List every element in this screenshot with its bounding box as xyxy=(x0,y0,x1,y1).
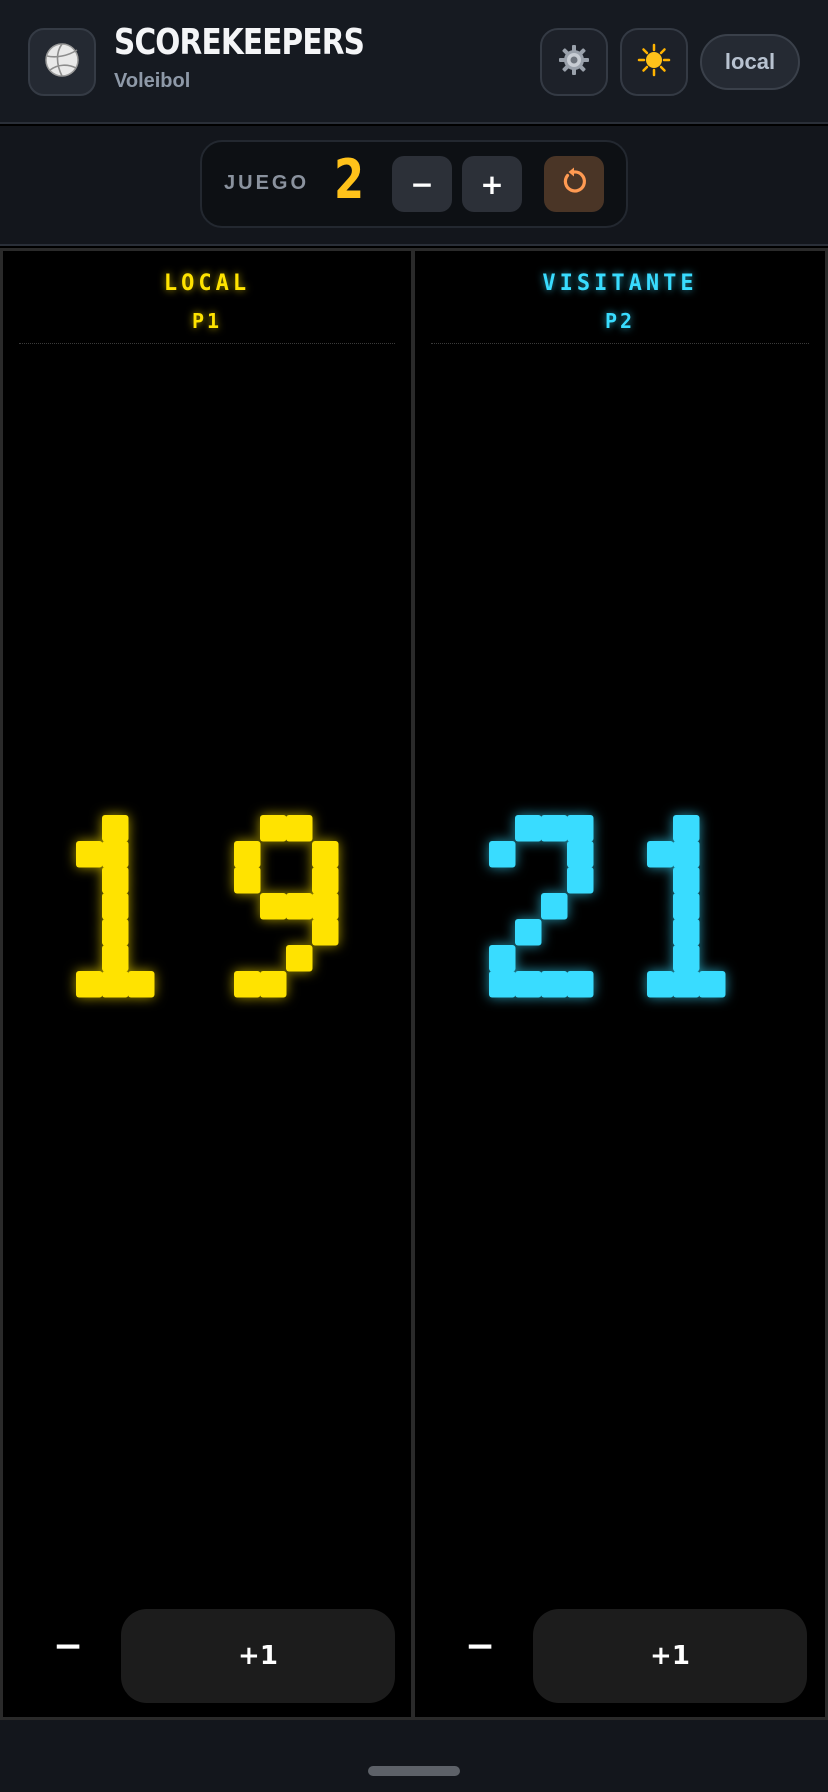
score-pixel xyxy=(102,945,129,972)
score-pixel xyxy=(286,815,313,842)
score-pixel xyxy=(567,971,594,998)
score-pixel xyxy=(647,841,674,868)
game-bar-section: JUEGO 2 − + xyxy=(0,126,828,246)
bottom-bar xyxy=(0,1720,828,1792)
score-pixel xyxy=(234,971,261,998)
team-name: LOCAL xyxy=(163,271,251,296)
reset-icon xyxy=(559,166,589,203)
score-pixel xyxy=(260,893,287,920)
score-pixel xyxy=(673,893,700,920)
game-number: 2 xyxy=(334,148,365,211)
home-indicator[interactable] xyxy=(368,1766,460,1776)
score-pixel xyxy=(102,971,129,998)
score-pixel xyxy=(567,841,594,868)
score-pixel xyxy=(76,971,103,998)
score-pixel xyxy=(673,919,700,946)
score-pixel xyxy=(647,971,674,998)
score-pixel xyxy=(312,919,339,946)
score-pixel xyxy=(102,815,129,842)
score-pixel xyxy=(76,841,103,868)
team-panel-visitor: VISITANTE P2 − +1 xyxy=(412,248,828,1720)
game-label: JUEGO xyxy=(224,172,310,194)
volleyball-icon xyxy=(44,42,80,82)
scorekeeper-app: SCOREKEEPERS Voleibol local JUEGO 2 − + … xyxy=(0,0,828,1792)
score-pixel xyxy=(102,867,129,894)
score-pixel xyxy=(673,945,700,972)
score-pixel xyxy=(312,893,339,920)
theme-toggle-button[interactable] xyxy=(620,28,688,96)
score-pixel xyxy=(515,971,542,998)
score-pixel xyxy=(673,971,700,998)
gear-icon xyxy=(557,43,591,81)
score-pixel xyxy=(312,841,339,868)
mode-toggle-button[interactable]: local xyxy=(700,34,800,90)
score-pixel xyxy=(567,815,594,842)
score-digits xyxy=(76,815,339,998)
app-header: SCOREKEEPERS Voleibol local xyxy=(0,0,828,124)
score-pixel xyxy=(102,841,129,868)
team-panel-local: LOCAL P1 − +1 xyxy=(0,248,414,1720)
score-pixel xyxy=(673,815,700,842)
score-pixel xyxy=(489,841,516,868)
score-increment-button[interactable]: +1 xyxy=(533,1609,807,1703)
score-pixel xyxy=(234,841,261,868)
score-pixel xyxy=(102,893,129,920)
reset-button[interactable] xyxy=(544,156,604,212)
score-pixel xyxy=(515,919,542,946)
score-pixel xyxy=(286,893,313,920)
score-pixel xyxy=(234,867,261,894)
score-pixel xyxy=(541,971,568,998)
score-digits xyxy=(489,815,726,998)
score-decrement-button[interactable]: − xyxy=(445,1611,515,1681)
score-pixel xyxy=(128,971,155,998)
game-increment-button[interactable]: + xyxy=(462,156,522,212)
score-pixel xyxy=(673,841,700,868)
team-name: VISITANTE xyxy=(542,271,698,296)
score-display xyxy=(415,811,825,1011)
score-pixel xyxy=(489,971,516,998)
score-pixel xyxy=(541,893,568,920)
score-pixel xyxy=(541,815,568,842)
score-decrement-button[interactable]: − xyxy=(33,1611,103,1681)
app-title: SCOREKEEPERS xyxy=(114,22,365,63)
settings-button[interactable] xyxy=(540,28,608,96)
score-increment-button[interactable]: +1 xyxy=(121,1609,395,1703)
score-pixel xyxy=(102,919,129,946)
score-digit xyxy=(76,815,155,998)
score-digit xyxy=(234,815,339,998)
score-pixel xyxy=(673,867,700,894)
score-pixel xyxy=(567,867,594,894)
score-pixel xyxy=(286,945,313,972)
score-pixel xyxy=(260,971,287,998)
logo-button[interactable] xyxy=(28,28,96,96)
score-pixel xyxy=(699,971,726,998)
player-label: P1 xyxy=(191,309,223,333)
score-display xyxy=(3,811,411,1011)
game-decrement-button[interactable]: − xyxy=(392,156,452,212)
game-counter: JUEGO 2 − + xyxy=(200,140,628,228)
score-pixel xyxy=(312,867,339,894)
score-pixel xyxy=(489,945,516,972)
sun-icon xyxy=(637,43,671,81)
divider xyxy=(431,343,809,344)
score-pixel xyxy=(260,815,287,842)
score-digit xyxy=(489,815,594,998)
sport-subtitle: Voleibol xyxy=(114,70,191,92)
player-label: P2 xyxy=(604,309,636,333)
divider xyxy=(19,343,395,344)
score-pixel xyxy=(515,815,542,842)
score-digit xyxy=(647,815,726,998)
